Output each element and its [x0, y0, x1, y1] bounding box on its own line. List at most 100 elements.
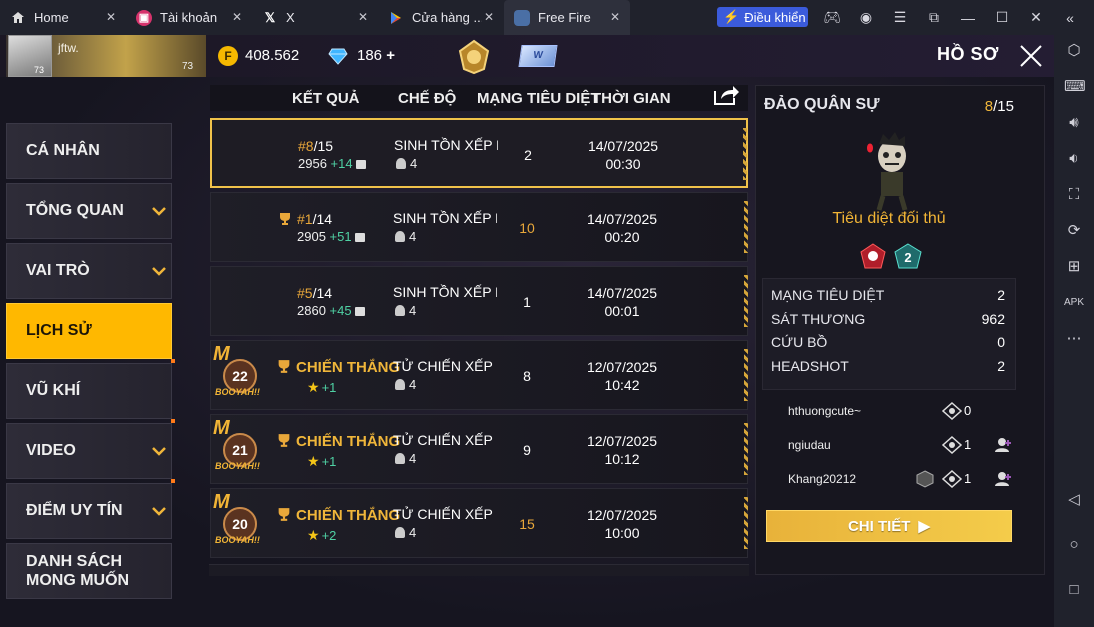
match-stats: MẠNG TIÊU DIỆT 2 SÁT THƯƠNG 962 CỨU BỒ 0… — [762, 278, 1016, 390]
tab-label: Tài khoản — [160, 10, 218, 25]
menu-item-personal[interactable]: CÁ NHÂN — [6, 123, 172, 179]
menu-item-label: VŨ KHÍ — [26, 382, 81, 399]
booyah-badge: M 20 BOOYAH!! — [213, 491, 260, 545]
rank-points-icon — [355, 160, 366, 169]
menu-icon[interactable]: ☰ — [883, 9, 917, 26]
teammate-name: ngiudau — [788, 438, 831, 452]
maximize-icon[interactable]: ☐ — [985, 9, 1019, 26]
avatar[interactable] — [8, 35, 52, 77]
apk-icon[interactable]: APK — [1064, 293, 1084, 313]
match-row[interactable]: M 22 BOOYAH!! CHIẾN THẮNG ★ +1 TỬ CHIẾN XẾP… — [210, 340, 748, 410]
add-friend-icon[interactable] — [994, 471, 1012, 487]
match-row-partial[interactable] — [209, 564, 749, 576]
person-icon — [395, 527, 405, 538]
account-icon[interactable]: ◉ — [849, 9, 883, 26]
history-table-header: KẾT QUẢ CHẾ ĐỘ MẠNG TIÊU DIỆT THỜI GIAN — [210, 85, 748, 111]
player-banner[interactable]: 73 jftw. 73 — [6, 35, 206, 77]
window-controls: 🎮︎ ◉ ☰ ⧉ — ☐ ✕ « — [815, 0, 1087, 35]
assist-badge-icon: 2 — [894, 243, 922, 269]
menu-item-overview[interactable]: TỔNG QUAN — [6, 183, 172, 239]
tab-free-fire[interactable]: Free Fire ✕ — [504, 0, 630, 35]
menu-item-history[interactable]: LỊCH SỬ — [6, 303, 172, 359]
membership-card-icon[interactable]: W — [518, 45, 558, 67]
teammate-kills: 0 — [964, 403, 972, 418]
kill-count-icon — [942, 470, 962, 488]
star-icon: ★ — [307, 453, 320, 469]
tab-play-store[interactable]: Cửa hàng ... ✕ — [378, 0, 504, 35]
person-icon — [395, 231, 405, 242]
match-row[interactable]: #1/14 2905 +51 SINH TỒN XẾP HẠ 4 10 14/0… — [210, 192, 748, 262]
chevron-down-icon — [152, 267, 166, 276]
match-kills: 1 — [523, 294, 531, 310]
menu-item-wishlist[interactable]: DANH SÁCH MONG MUỐN — [6, 543, 172, 599]
close-icon[interactable]: ✕ — [610, 10, 620, 24]
column-mode: CHẾ ĐỘ — [398, 90, 457, 107]
match-row[interactable]: #8/15 2956 +14 SINH TỒN XẾP HẠ 4 2 14/07… — [210, 118, 748, 188]
menu-item-video[interactable]: VIDEO — [6, 419, 175, 479]
stat-value: 962 — [981, 311, 1005, 327]
stat-label: HEADSHOT — [771, 358, 849, 374]
row-edge-decoration — [744, 497, 748, 549]
details-button[interactable]: CHI TIẾT ▶ — [766, 510, 1012, 542]
more-icon[interactable]: ⋯ — [1064, 329, 1084, 349]
close-icon[interactable]: ✕ — [232, 10, 242, 24]
game-topbar: 73 jftw. 73 F 408.562 186 + W HỒ SƠ — [0, 35, 1054, 77]
multi-instance-icon[interactable]: ⊞ — [1064, 257, 1084, 277]
trophy-icon — [278, 434, 290, 447]
rotate-icon[interactable]: ⟳ — [1064, 221, 1084, 241]
collapse-sidebar-icon[interactable]: « — [1053, 10, 1087, 26]
tab-home[interactable]: Home ✕ — [0, 0, 126, 35]
match-row[interactable]: M 21 BOOYAH!! CHIẾN THẮNG ★ +1 TỬ CHIẾN XẾP… — [210, 414, 748, 484]
close-icon[interactable]: ✕ — [358, 10, 368, 24]
tab-account[interactable]: ▣ Tài khoản ✕ — [126, 0, 252, 35]
menu-item-weapons[interactable]: VŨ KHÍ — [6, 359, 175, 419]
minimize-icon[interactable]: — — [951, 10, 985, 26]
match-detail-panel: ĐẢO QUÂN SỰ 8/15 Tiêu diệt đối thủ 2 MẠN… — [755, 85, 1045, 575]
fullscreen-icon[interactable]: ⛶ — [1064, 185, 1084, 205]
match-rank: #5/14 — [297, 285, 333, 301]
gamepad-icon[interactable]: 🎮︎ — [815, 9, 849, 26]
keyboard-icon[interactable]: ⌨ — [1064, 77, 1086, 97]
settings-icon[interactable]: ⬡ — [1064, 41, 1084, 61]
rank-points-icon — [354, 307, 365, 316]
map-name: ĐẢO QUÂN SỰ — [764, 96, 880, 113]
menu-item-reputation[interactable]: ĐIỂM UY TÍN — [6, 479, 175, 539]
recent-apps-icon[interactable]: □ — [1064, 580, 1084, 600]
diamond-amount[interactable]: 186 + — [357, 47, 395, 64]
details-label: CHI TIẾT — [847, 517, 911, 535]
kill-count-icon — [942, 402, 962, 420]
match-row[interactable]: #5/14 2860 +45 SINH TỒN XẾP HẠ 4 1 14/07… — [210, 266, 748, 336]
share-icon[interactable] — [712, 83, 740, 107]
rank-emblem-icon — [916, 470, 934, 488]
rank-stars: ★ +1 — [307, 379, 337, 395]
home-icon — [10, 10, 26, 26]
screenshot-icon[interactable]: ⧉ — [917, 9, 951, 26]
volume-down-icon[interactable]: 🔉︎ — [1064, 149, 1084, 169]
stat-value: 2 — [997, 287, 1005, 303]
column-kills: MẠNG TIÊU DIỆT — [477, 90, 600, 107]
character-icon — [867, 132, 908, 211]
close-icon[interactable]: ✕ — [484, 10, 494, 24]
match-result-win: CHIẾN THẮNG — [275, 433, 400, 450]
match-row[interactable]: M 20 BOOYAH!! CHIẾN THẮNG ★ +2 TỬ CHIẾN XẾP… — [210, 488, 748, 558]
menu-item-role[interactable]: VAI TRÒ — [6, 243, 172, 299]
tab-x[interactable]: 𝕏 X ✕ — [252, 0, 378, 35]
back-icon[interactable]: ◁ — [1064, 490, 1084, 510]
app-icon: ▣ — [136, 9, 152, 26]
match-mode: TỬ CHIẾN XẾP HẠ — [393, 506, 497, 522]
tab-label: X — [286, 10, 295, 25]
party-size: 4 — [395, 451, 416, 466]
match-time: 10:12 — [604, 451, 640, 467]
volume-up-icon[interactable]: 🔊︎ — [1064, 113, 1084, 133]
close-icon[interactable]: ✕ — [106, 10, 116, 24]
close-icon[interactable] — [1018, 43, 1044, 69]
teammates-list: hthuongcute~ 0 ngiudau 1 Khang20212 1 — [762, 398, 1028, 516]
rank-stars: ★ +2 — [307, 527, 337, 543]
kill-subtitle: Tiêu diệt đối thủ — [832, 210, 946, 227]
close-window-icon[interactable]: ✕ — [1019, 9, 1053, 26]
controls-button[interactable]: ⚡ Điều khiển — [717, 7, 808, 27]
home-nav-icon[interactable]: ○ — [1064, 535, 1084, 555]
add-friend-icon[interactable] — [994, 437, 1012, 453]
match-date: 12/07/2025 — [586, 359, 658, 375]
rank-badge-icon[interactable] — [456, 39, 492, 75]
